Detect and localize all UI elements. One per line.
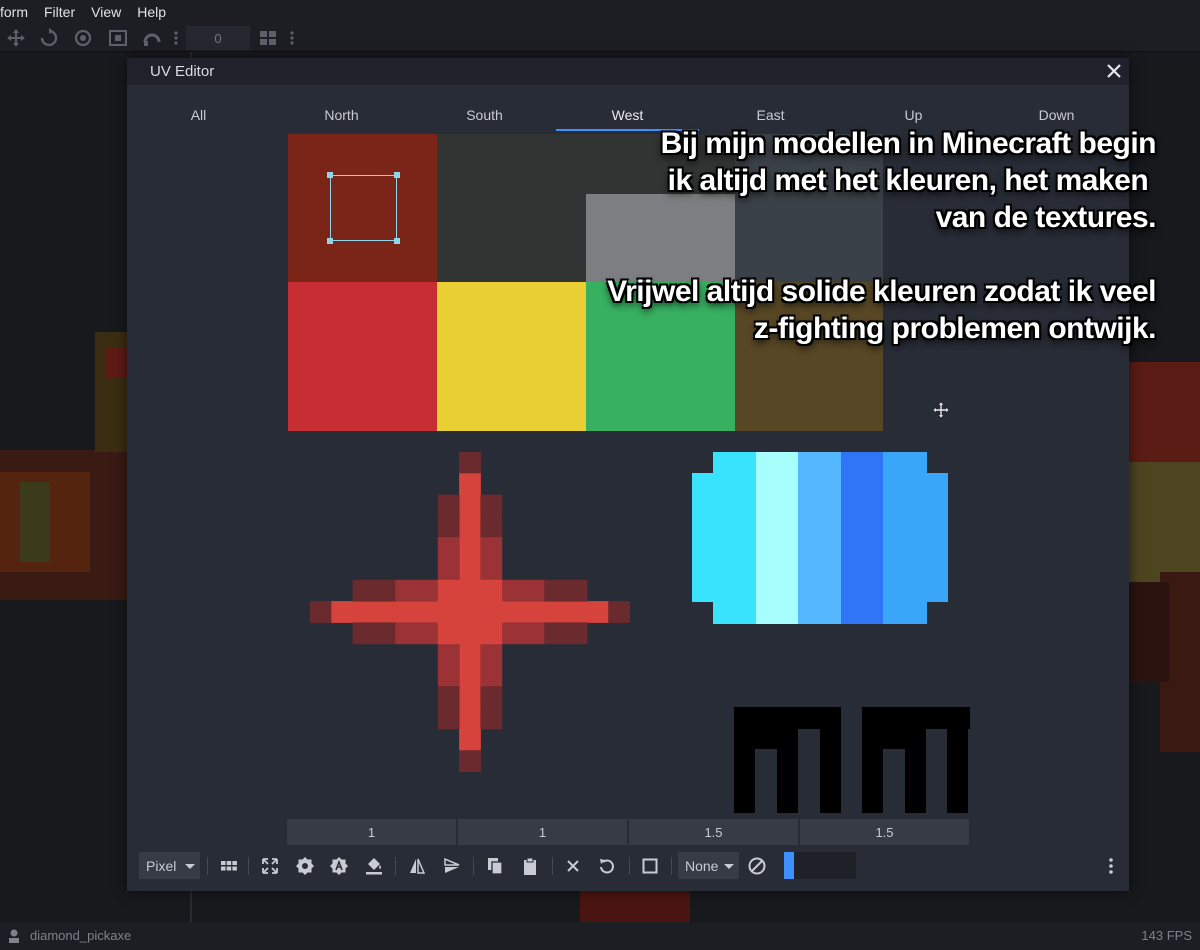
toolbar-more-icon[interactable] (170, 27, 182, 49)
rel-auto-uv-icon[interactable] (329, 856, 349, 876)
paint-bucket-icon[interactable] (364, 856, 384, 876)
mirror-y-icon[interactable] (442, 856, 462, 876)
snap-mode-select[interactable]: Pixel (139, 852, 200, 879)
overlay-caption: Bij mijn modellen in Minecraft begin ik … (456, 125, 1156, 347)
star-texture-icon (310, 452, 630, 772)
selection-handle[interactable] (327, 238, 333, 244)
mm-logo-icon (734, 707, 970, 813)
fps-counter: 143 FPS (1141, 928, 1192, 943)
reset-icon[interactable] (597, 856, 617, 876)
vertex-snap-icon[interactable] (141, 27, 163, 49)
tab-north[interactable]: North (270, 103, 413, 131)
model-icon (9, 929, 19, 943)
chevron-down-icon (185, 863, 196, 869)
diamond-texture-icon (692, 452, 948, 624)
menu-transform[interactable]: form (0, 4, 28, 20)
move-tool-icon[interactable] (5, 27, 27, 49)
model-name: diamond_pickaxe (30, 928, 132, 943)
caption-line: Vrijwel altijd solide kleuren zodat ik v… (607, 275, 1156, 308)
dialog-title-text: UV Editor (150, 63, 215, 80)
main-toolbar: 0 (0, 24, 1200, 52)
face-toggle-icon[interactable] (640, 856, 660, 876)
uv-selection-box[interactable] (327, 172, 400, 244)
tab-all[interactable]: All (127, 103, 270, 131)
cull-mode-select[interactable]: None (678, 852, 739, 879)
chevron-down-icon (724, 863, 735, 869)
uv-width-field[interactable]: 1.5 (629, 819, 798, 845)
disable-face-icon[interactable] (747, 856, 767, 876)
toolbar-more-icon-2[interactable] (286, 27, 298, 49)
layout-icon[interactable] (257, 27, 279, 49)
uv-x-field[interactable]: 1 (287, 819, 456, 845)
rotate-tool-icon[interactable] (38, 27, 60, 49)
menu-filter[interactable]: Filter (44, 4, 75, 20)
caption-line: van de textures. (935, 201, 1157, 234)
uv-toolbar: Pixel None (139, 852, 1129, 880)
tint-slider-handle[interactable] (784, 852, 794, 879)
snap-mode-label: Pixel (146, 857, 177, 874)
paste-icon[interactable] (520, 856, 540, 876)
selection-handle[interactable] (394, 238, 400, 244)
mirror-x-icon[interactable] (407, 856, 427, 876)
more-options-icon[interactable] (1103, 856, 1119, 876)
clear-icon[interactable] (563, 856, 583, 876)
selection-handle[interactable] (394, 172, 400, 178)
maximize-uv-icon[interactable] (260, 856, 280, 876)
caption-line: Bij mijn modellen in Minecraft begin (660, 127, 1157, 160)
caption-line: ik altijd met het kleuren, het maken (667, 164, 1156, 197)
auto-uv-icon[interactable] (295, 856, 315, 876)
copy-icon[interactable] (485, 856, 505, 876)
caption-line: z-fighting problemen ontwijk. (753, 312, 1157, 345)
uv-height-field[interactable]: 1.5 (800, 819, 969, 845)
uv-size-fields: 1 1 1.5 1.5 (287, 819, 969, 845)
dialog-title: UV Editor (127, 58, 1129, 85)
resize-tool-icon[interactable] (107, 27, 129, 49)
pivot-tool-icon[interactable] (72, 27, 94, 49)
close-icon[interactable] (1105, 62, 1123, 80)
menu-help[interactable]: Help (137, 4, 166, 20)
menu-bar: form Filter View Help (0, 0, 1200, 24)
move-cursor-icon (932, 401, 950, 419)
uv-y-field[interactable]: 1 (458, 819, 627, 845)
tint-slider[interactable] (784, 852, 856, 879)
status-bar: diamond_pickaxe 143 FPS (0, 922, 1200, 950)
grid-icon[interactable] (219, 856, 239, 876)
swatch-red (288, 282, 437, 431)
cull-mode-label: None (685, 857, 719, 874)
selection-handle[interactable] (327, 172, 333, 178)
menu-view[interactable]: View (91, 4, 121, 20)
toolbar-number-input[interactable]: 0 (186, 26, 250, 50)
